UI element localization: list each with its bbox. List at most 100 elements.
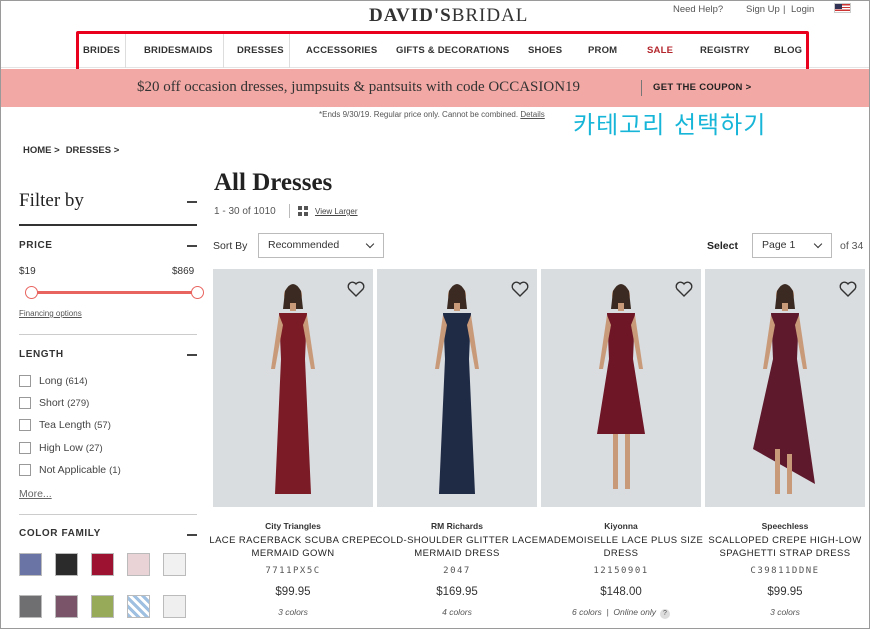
- page-frame: DAVID'SBRIDAL Need Help? Sign Up | Login…: [0, 0, 870, 629]
- price-slider-track[interactable]: [31, 291, 197, 294]
- product-colors: 3 colors: [278, 607, 308, 617]
- util-divider: |: [783, 4, 786, 15]
- color-swatch[interactable]: [55, 595, 78, 618]
- length-option-tea-length[interactable]: Tea Length (57): [19, 419, 111, 431]
- checkbox[interactable]: [19, 442, 31, 454]
- financing-link[interactable]: Financing options: [19, 309, 82, 318]
- heart-icon[interactable]: [347, 281, 365, 297]
- dress-model-image: [753, 284, 815, 494]
- chevron-down-icon: [365, 239, 375, 249]
- divider: [289, 204, 290, 218]
- price-min: $19: [19, 266, 36, 277]
- product-image[interactable]: [377, 269, 537, 507]
- dress-model-image: [271, 284, 315, 494]
- product-sku: 7711PX5C: [265, 566, 321, 576]
- page-select[interactable]: Page 1: [752, 233, 832, 258]
- product-name[interactable]: MADEMOISELLE LACE PLUS SIZE DRESS: [536, 534, 706, 560]
- color-swatch[interactable]: [127, 595, 150, 618]
- divider: [19, 334, 197, 335]
- color-swatch[interactable]: [163, 553, 186, 576]
- color-swatch[interactable]: [91, 553, 114, 576]
- annotation-label: 카테고리 선택하기: [573, 111, 767, 139]
- product-image[interactable]: [541, 269, 701, 507]
- product-name[interactable]: LACE RACERBACK SCUBA CREPE MERMAID GOWN: [208, 534, 378, 560]
- color-swatch[interactable]: [19, 595, 42, 618]
- sign-up-link[interactable]: Sign Up: [746, 4, 780, 15]
- sort-by-label: Sort By: [213, 240, 248, 252]
- checkbox[interactable]: [19, 397, 31, 409]
- product-name[interactable]: COLD-SHOULDER GLITTER LACE MERMAID DRESS: [372, 534, 542, 560]
- sort-select[interactable]: Recommended: [258, 233, 384, 258]
- product-sku: 2047: [443, 566, 471, 576]
- color-swatch[interactable]: [163, 595, 186, 618]
- product-colors: 4 colors: [442, 607, 472, 617]
- divider: [19, 224, 197, 226]
- promo-text: $20 off occasion dresses, jumpsuits & pa…: [137, 79, 581, 95]
- dress-model-image: [597, 284, 645, 489]
- product-card[interactable]: City Triangles LACE RACERBACK SCUBA CREP…: [209, 269, 376, 617]
- product-sku: 12150901: [593, 566, 649, 576]
- logo[interactable]: DAVID'SBRIDAL: [369, 5, 528, 27]
- login-link[interactable]: Login: [791, 4, 814, 15]
- product-brand: City Triangles: [265, 521, 321, 531]
- collapse-filter-icon[interactable]: [187, 201, 197, 203]
- product-colors: 6 colors | Online only?: [541, 607, 701, 619]
- product-sku: C39811DDNE: [750, 566, 820, 576]
- price-section-title: PRICE: [19, 240, 53, 251]
- us-flag-icon[interactable]: [834, 3, 851, 13]
- length-option-long[interactable]: Long (614): [19, 375, 88, 387]
- collapse-color-icon[interactable]: [187, 534, 197, 536]
- collapse-length-icon[interactable]: [187, 354, 197, 356]
- heart-icon[interactable]: [511, 281, 529, 297]
- color-swatch[interactable]: [19, 553, 42, 576]
- length-option-short[interactable]: Short (279): [19, 397, 89, 409]
- product-brand: RM Richards: [431, 521, 483, 531]
- length-section-title: LENGTH: [19, 349, 64, 360]
- fine-print: *Ends 9/30/19. Regular price only. Canno…: [319, 110, 545, 119]
- collapse-price-icon[interactable]: [187, 245, 197, 247]
- product-card[interactable]: Kiyonna MADEMOISELLE LACE PLUS SIZE DRES…: [539, 269, 703, 619]
- more-lengths-link[interactable]: More...: [19, 488, 52, 500]
- product-colors: 3 colors: [770, 607, 800, 617]
- get-coupon-link[interactable]: GET THE COUPON >: [653, 82, 752, 93]
- result-count: 1 - 30 of 1010: [214, 206, 276, 217]
- chevron-down-icon: [813, 239, 823, 249]
- heart-icon[interactable]: [675, 281, 693, 297]
- breadcrumb-home[interactable]: HOME >: [23, 145, 60, 156]
- color-swatch[interactable]: [91, 595, 114, 618]
- product-image[interactable]: [213, 269, 373, 507]
- breadcrumb-dresses[interactable]: DRESSES >: [66, 145, 120, 156]
- product-brand: Speechless: [761, 521, 809, 531]
- checkbox[interactable]: [19, 464, 31, 476]
- dress-model-image: [435, 284, 479, 494]
- product-image[interactable]: [705, 269, 865, 507]
- length-option-high-low[interactable]: High Low (27): [19, 442, 103, 454]
- filter-title: Filter by: [19, 190, 84, 211]
- page-select-label: Select: [707, 240, 738, 252]
- page-title: All Dresses: [214, 169, 333, 196]
- product-name[interactable]: SCALLOPED CREPE HIGH-LOW SPAGHETTI STRAP…: [700, 534, 869, 560]
- checkbox[interactable]: [19, 419, 31, 431]
- grid-view-icon[interactable]: [298, 206, 308, 216]
- promo-divider: [641, 80, 642, 96]
- price-slider-max-handle[interactable]: [191, 286, 204, 299]
- product-price: $99.95: [767, 586, 803, 598]
- product-price: $148.00: [600, 586, 642, 598]
- length-option-not-applicable[interactable]: Not Applicable (1): [19, 464, 121, 476]
- price-slider-min-handle[interactable]: [25, 286, 38, 299]
- color-swatch[interactable]: [55, 553, 78, 576]
- product-price: $99.95: [275, 586, 311, 598]
- product-card[interactable]: Speechless SCALLOPED CREPE HIGH-LOW SPAG…: [705, 269, 865, 617]
- product-price: $169.95: [436, 586, 478, 598]
- color-family-title: COLOR FAMILY: [19, 528, 101, 539]
- promo-banner[interactable]: $20 off occasion dresses, jumpsuits & pa…: [1, 69, 869, 107]
- details-link[interactable]: Details: [520, 110, 544, 119]
- product-brand: Kiyonna: [604, 521, 638, 531]
- help-icon[interactable]: ?: [659, 609, 670, 619]
- product-card[interactable]: RM Richards COLD-SHOULDER GLITTER LACE M…: [376, 269, 538, 617]
- help-link[interactable]: Need Help?: [673, 4, 723, 15]
- heart-icon[interactable]: [839, 281, 857, 297]
- view-larger-link[interactable]: View Larger: [315, 207, 358, 216]
- checkbox[interactable]: [19, 375, 31, 387]
- color-swatch[interactable]: [127, 553, 150, 576]
